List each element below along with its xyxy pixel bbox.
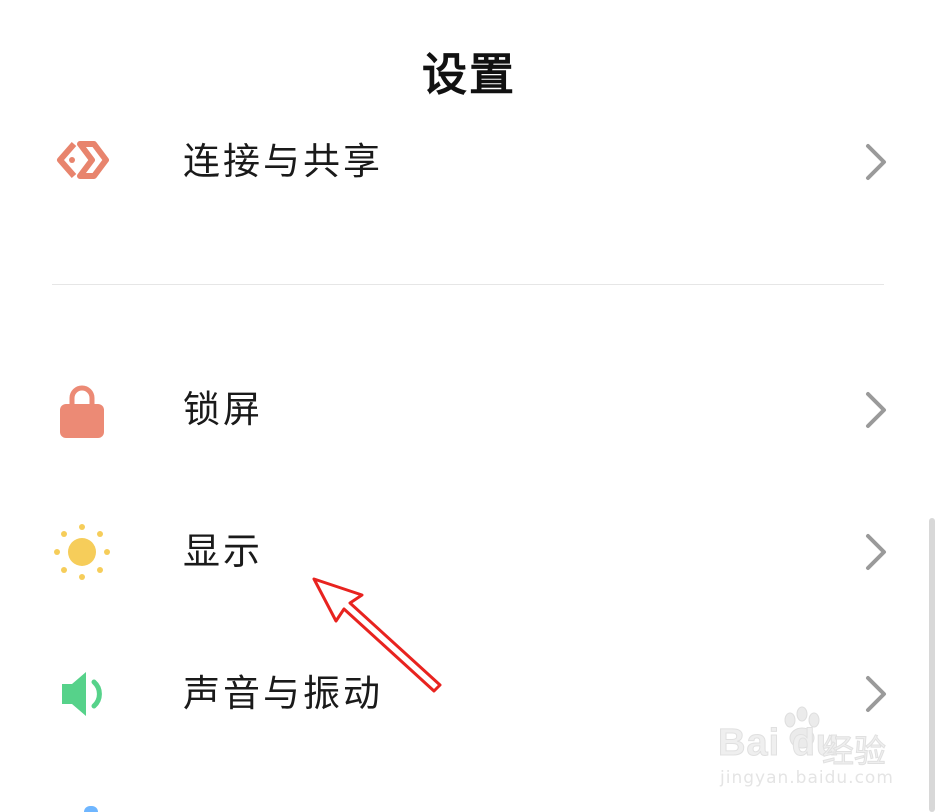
chevron-right-icon [860, 388, 892, 432]
next-item-icon-partial [84, 806, 98, 812]
watermark-product: 经验 [821, 732, 887, 771]
settings-item-lock-screen[interactable]: 锁屏 [0, 360, 938, 460]
settings-item-label: 连接与共享 [183, 140, 383, 183]
chevron-right-icon [860, 140, 892, 184]
settings-item-label: 显示 [183, 530, 263, 573]
section-divider [52, 284, 884, 285]
sun-icon [50, 520, 114, 584]
settings-item-label: 锁屏 [183, 388, 263, 431]
annotation-arrow [300, 565, 450, 695]
settings-item-connection-share[interactable]: 连接与共享 [0, 112, 938, 212]
baidu-watermark: Bai du 经验 jingyan.baidu.com [717, 706, 898, 796]
speaker-icon [50, 662, 114, 726]
chevron-right-icon [860, 530, 892, 574]
scrollbar[interactable] [929, 518, 935, 812]
lock-icon [50, 378, 114, 442]
connection-share-icon [50, 130, 114, 194]
page-title: 设置 [421, 48, 516, 101]
settings-item-display[interactable]: 显示 [0, 502, 938, 602]
watermark-url: jingyan.baidu.com [720, 768, 894, 788]
